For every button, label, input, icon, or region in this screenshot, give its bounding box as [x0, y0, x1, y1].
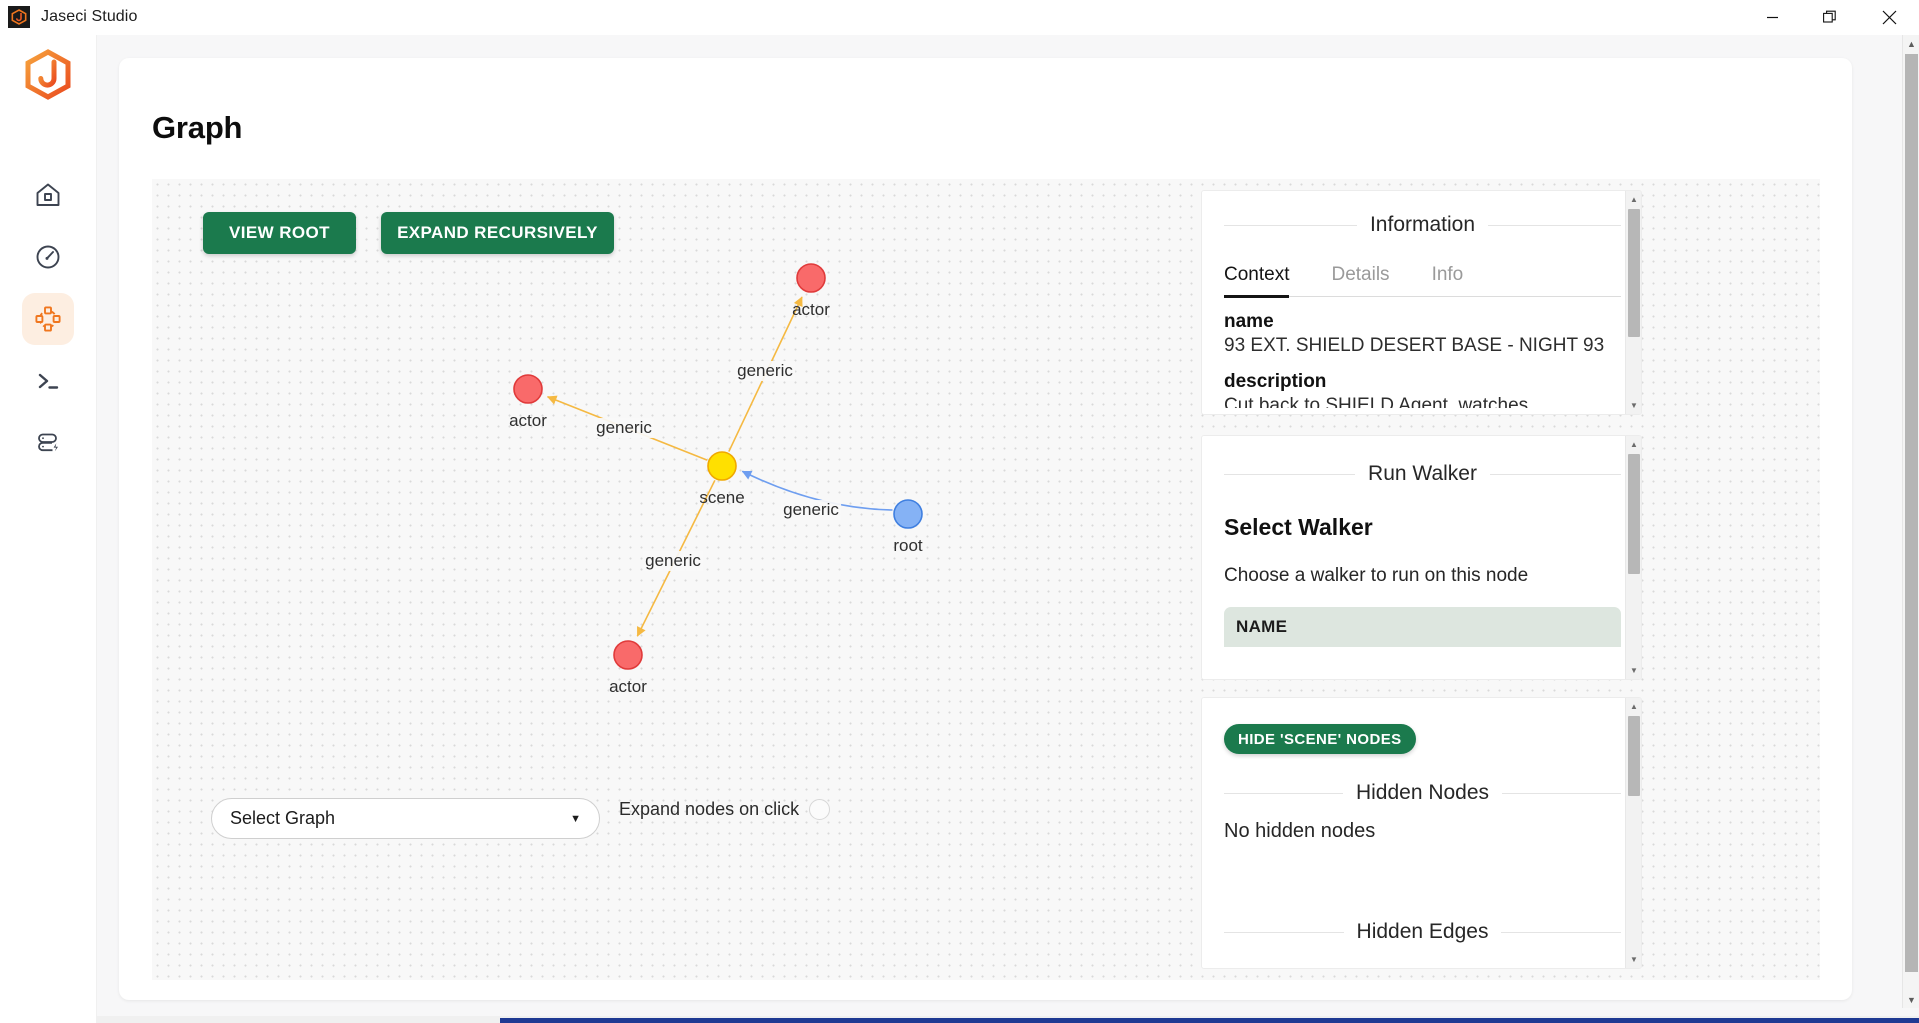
run-walker-panel-title: Run Walker — [1224, 462, 1622, 486]
chevron-down-icon: ▼ — [570, 812, 581, 825]
divider-line-right — [1489, 473, 1622, 475]
graph-edge-label: generic — [594, 418, 654, 438]
app-title: Jaseci Studio — [41, 8, 138, 25]
sidebar-item-home[interactable] — [22, 169, 74, 221]
information-panel: Information Context Details Info name 93… — [1201, 190, 1642, 415]
graph-edge-label: generic — [781, 500, 841, 520]
divider-line-left — [1224, 224, 1357, 226]
window-controls — [1743, 0, 1919, 35]
field-value-name: 93 EXT. SHIELD DESERT BASE - NIGHT 93 — [1224, 335, 1605, 356]
select-walker-subtitle: Choose a walker to run on this node — [1224, 565, 1529, 586]
scrollbar-thumb[interactable] — [1628, 454, 1640, 574]
graph-edge-label: generic — [643, 551, 703, 571]
graph-node-root[interactable] — [893, 499, 923, 529]
close-icon[interactable] — [1859, 0, 1919, 35]
divider-line-left — [1224, 792, 1343, 794]
divider-line-left — [1224, 931, 1344, 933]
scroll-down-icon[interactable]: ▼ — [1626, 398, 1641, 413]
database-bolt-icon — [34, 429, 62, 457]
hide-scene-nodes-button[interactable]: HIDE 'SCENE' NODES — [1224, 724, 1416, 754]
terminal-icon — [34, 367, 62, 395]
divider-line-right — [1501, 931, 1621, 933]
graph-node-label: scene — [699, 488, 745, 507]
sidebar-items — [22, 169, 74, 469]
home-icon — [34, 181, 62, 209]
run-walker-title-text: Run Walker — [1368, 462, 1477, 485]
sidebar — [0, 35, 97, 1023]
information-panel-scrollbar[interactable]: ▲ ▼ — [1625, 191, 1641, 414]
walker-table-header-name: NAME — [1224, 607, 1621, 647]
information-panel-title: Information — [1224, 213, 1621, 237]
run-walker-panel: Run Walker Select Walker Choose a walker… — [1201, 435, 1642, 680]
gauge-icon — [34, 243, 62, 271]
scroll-up-icon[interactable]: ▲ — [1903, 35, 1919, 52]
scrollbar-thumb[interactable] — [1628, 209, 1640, 337]
field-value-description: Cut back to SHIELD Agent, watches — [1224, 395, 1529, 408]
hidden-edges-title-text: Hidden Edges — [1356, 920, 1489, 943]
scroll-up-icon[interactable]: ▲ — [1626, 192, 1641, 207]
hidden-nodes-panel: HIDE 'SCENE' NODES Hidden Nodes No hidde… — [1201, 697, 1642, 969]
information-tabs: Context Details Info — [1224, 264, 1621, 298]
app-logo-icon — [8, 6, 30, 28]
page-surface: Graph VIEW ROOT EXPAND RECURSIVELY gener… — [97, 35, 1919, 1023]
hidden-edges-title-row: Hidden Edges — [1202, 920, 1641, 944]
page-card: Graph VIEW ROOT EXPAND RECURSIVELY gener… — [119, 58, 1852, 1000]
field-key-name: name — [1224, 311, 1274, 332]
select-graph-dropdown[interactable]: Select Graph ▼ — [211, 798, 600, 839]
expand-on-click-toggle[interactable] — [809, 799, 831, 820]
right-panel-column: Information Context Details Info name 93… — [1201, 179, 1787, 980]
page-scrollbar[interactable]: ▲ ▼ — [1902, 35, 1919, 1008]
graph-node-label: actor — [609, 677, 647, 696]
restore-icon[interactable] — [1801, 0, 1859, 35]
graph-node-scene[interactable] — [707, 451, 737, 481]
page-title: Graph — [152, 110, 243, 145]
sidebar-item-logs[interactable] — [22, 417, 74, 469]
scroll-up-icon[interactable]: ▲ — [1626, 437, 1641, 452]
hidden-nodes-title-text: Hidden Nodes — [1355, 781, 1490, 804]
divider-line-left — [1224, 473, 1356, 475]
jaseci-logo — [22, 49, 74, 101]
hidden-nodes-title-row: Hidden Nodes — [1202, 781, 1641, 805]
divider-line-right — [1502, 792, 1621, 794]
tab-info[interactable]: Info — [1432, 264, 1464, 298]
graph-node-label: actor — [792, 300, 830, 319]
information-title-text: Information — [1369, 213, 1476, 236]
divider-line-right — [1488, 224, 1621, 226]
scroll-down-icon[interactable]: ▼ — [1903, 991, 1919, 1008]
scroll-down-icon[interactable]: ▼ — [1626, 952, 1641, 967]
graph-node-label: actor — [509, 411, 547, 430]
scrollbar-thumb[interactable] — [1628, 716, 1640, 796]
graph-node-icon — [34, 305, 62, 333]
graph-node-actor[interactable] — [613, 640, 643, 670]
graph-node-actor[interactable] — [513, 374, 543, 404]
expand-on-click-control: Expand nodes on click — [619, 799, 831, 820]
taskbar-accent — [500, 1018, 1919, 1023]
graph-edge-label: generic — [735, 361, 795, 381]
graph-node-actor[interactable] — [796, 263, 826, 293]
window-titlebar: Jaseci Studio — [0, 0, 1919, 35]
scroll-down-icon[interactable]: ▼ — [1626, 663, 1641, 678]
tab-details[interactable]: Details — [1331, 264, 1389, 298]
tab-context[interactable]: Context — [1224, 264, 1290, 298]
field-key-description: description — [1224, 371, 1327, 392]
graph-node-label: root — [893, 536, 923, 555]
hidden-nodes-panel-scrollbar[interactable]: ▲ ▼ — [1625, 698, 1641, 968]
sidebar-item-dashboard[interactable] — [22, 231, 74, 283]
select-walker-heading: Select Walker — [1224, 514, 1373, 540]
minimize-icon[interactable] — [1743, 0, 1801, 35]
select-graph-value: Select Graph — [230, 808, 336, 828]
scrollbar-thumb[interactable] — [1905, 54, 1918, 972]
sidebar-item-terminal[interactable] — [22, 355, 74, 407]
expand-on-click-label: Expand nodes on click — [619, 799, 800, 819]
scroll-up-icon[interactable]: ▲ — [1626, 699, 1641, 714]
sidebar-item-graph[interactable] — [22, 293, 74, 345]
hidden-nodes-empty-text: No hidden nodes — [1224, 820, 1376, 842]
run-walker-panel-scrollbar[interactable]: ▲ ▼ — [1625, 436, 1641, 679]
